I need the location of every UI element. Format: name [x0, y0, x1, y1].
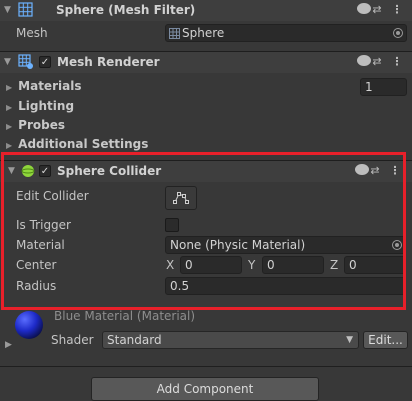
mesh-filter-header[interactable]: ▼ Sphere (Mesh Filter) ? ⇄ ⋮	[0, 0, 412, 21]
mesh-label: Mesh	[16, 26, 48, 40]
lighting-foldout[interactable]: ▶ Lighting	[6, 99, 74, 113]
materials-foldout[interactable]: ▶ Materials	[6, 79, 81, 93]
edit-shader-button[interactable]: Edit...	[363, 331, 408, 349]
add-component-button[interactable]: Add Component	[91, 377, 319, 401]
mesh-filter-title: Sphere (Mesh Filter)	[56, 3, 196, 17]
mesh-object-field[interactable]: Sphere	[165, 24, 407, 42]
mesh-renderer-enabled-checkbox[interactable]: ✓	[39, 56, 51, 68]
shader-label: Shader	[51, 333, 94, 347]
fold-arrow-icon[interactable]: ▼	[4, 5, 11, 15]
additional-settings-foldout[interactable]: ▶ Additional Settings	[6, 137, 148, 151]
divider	[0, 366, 412, 367]
highlight-frame	[1, 152, 406, 310]
object-picker-icon[interactable]	[393, 28, 403, 38]
fold-arrow-icon[interactable]: ▼	[4, 57, 11, 67]
foldout-arrow-icon: ▶	[6, 83, 13, 92]
foldout-arrow-icon: ▶	[6, 141, 13, 150]
material-foldout-arrow-icon[interactable]: ▶	[5, 340, 12, 350]
mesh-icon	[169, 28, 180, 39]
mesh-renderer-header[interactable]: ▼ ✓ Mesh Renderer ? ⇄ ⋮	[0, 51, 412, 73]
kebab-menu-icon[interactable]: ⋮	[390, 3, 404, 16]
material-sphere-preview	[15, 311, 43, 339]
foldout-arrow-icon: ▶	[6, 122, 13, 131]
shader-dropdown[interactable]: Standard ▼	[102, 331, 359, 349]
mesh-renderer-title: Mesh Renderer	[57, 55, 160, 69]
presets-icon[interactable]: ⇄	[370, 55, 384, 68]
dropdown-arrow-icon: ▼	[346, 335, 353, 345]
mesh-renderer-icon	[18, 54, 33, 69]
material-name: Blue Material (Material)	[54, 309, 196, 323]
foldout-arrow-icon: ▶	[6, 103, 13, 112]
probes-foldout[interactable]: ▶ Probes	[6, 118, 65, 132]
kebab-menu-icon[interactable]: ⋮	[390, 55, 404, 68]
presets-icon[interactable]: ⇄	[370, 3, 384, 16]
materials-size-field[interactable]: 1	[360, 78, 407, 96]
mesh-value: Sphere	[182, 26, 225, 40]
mesh-filter-icon	[18, 2, 33, 17]
